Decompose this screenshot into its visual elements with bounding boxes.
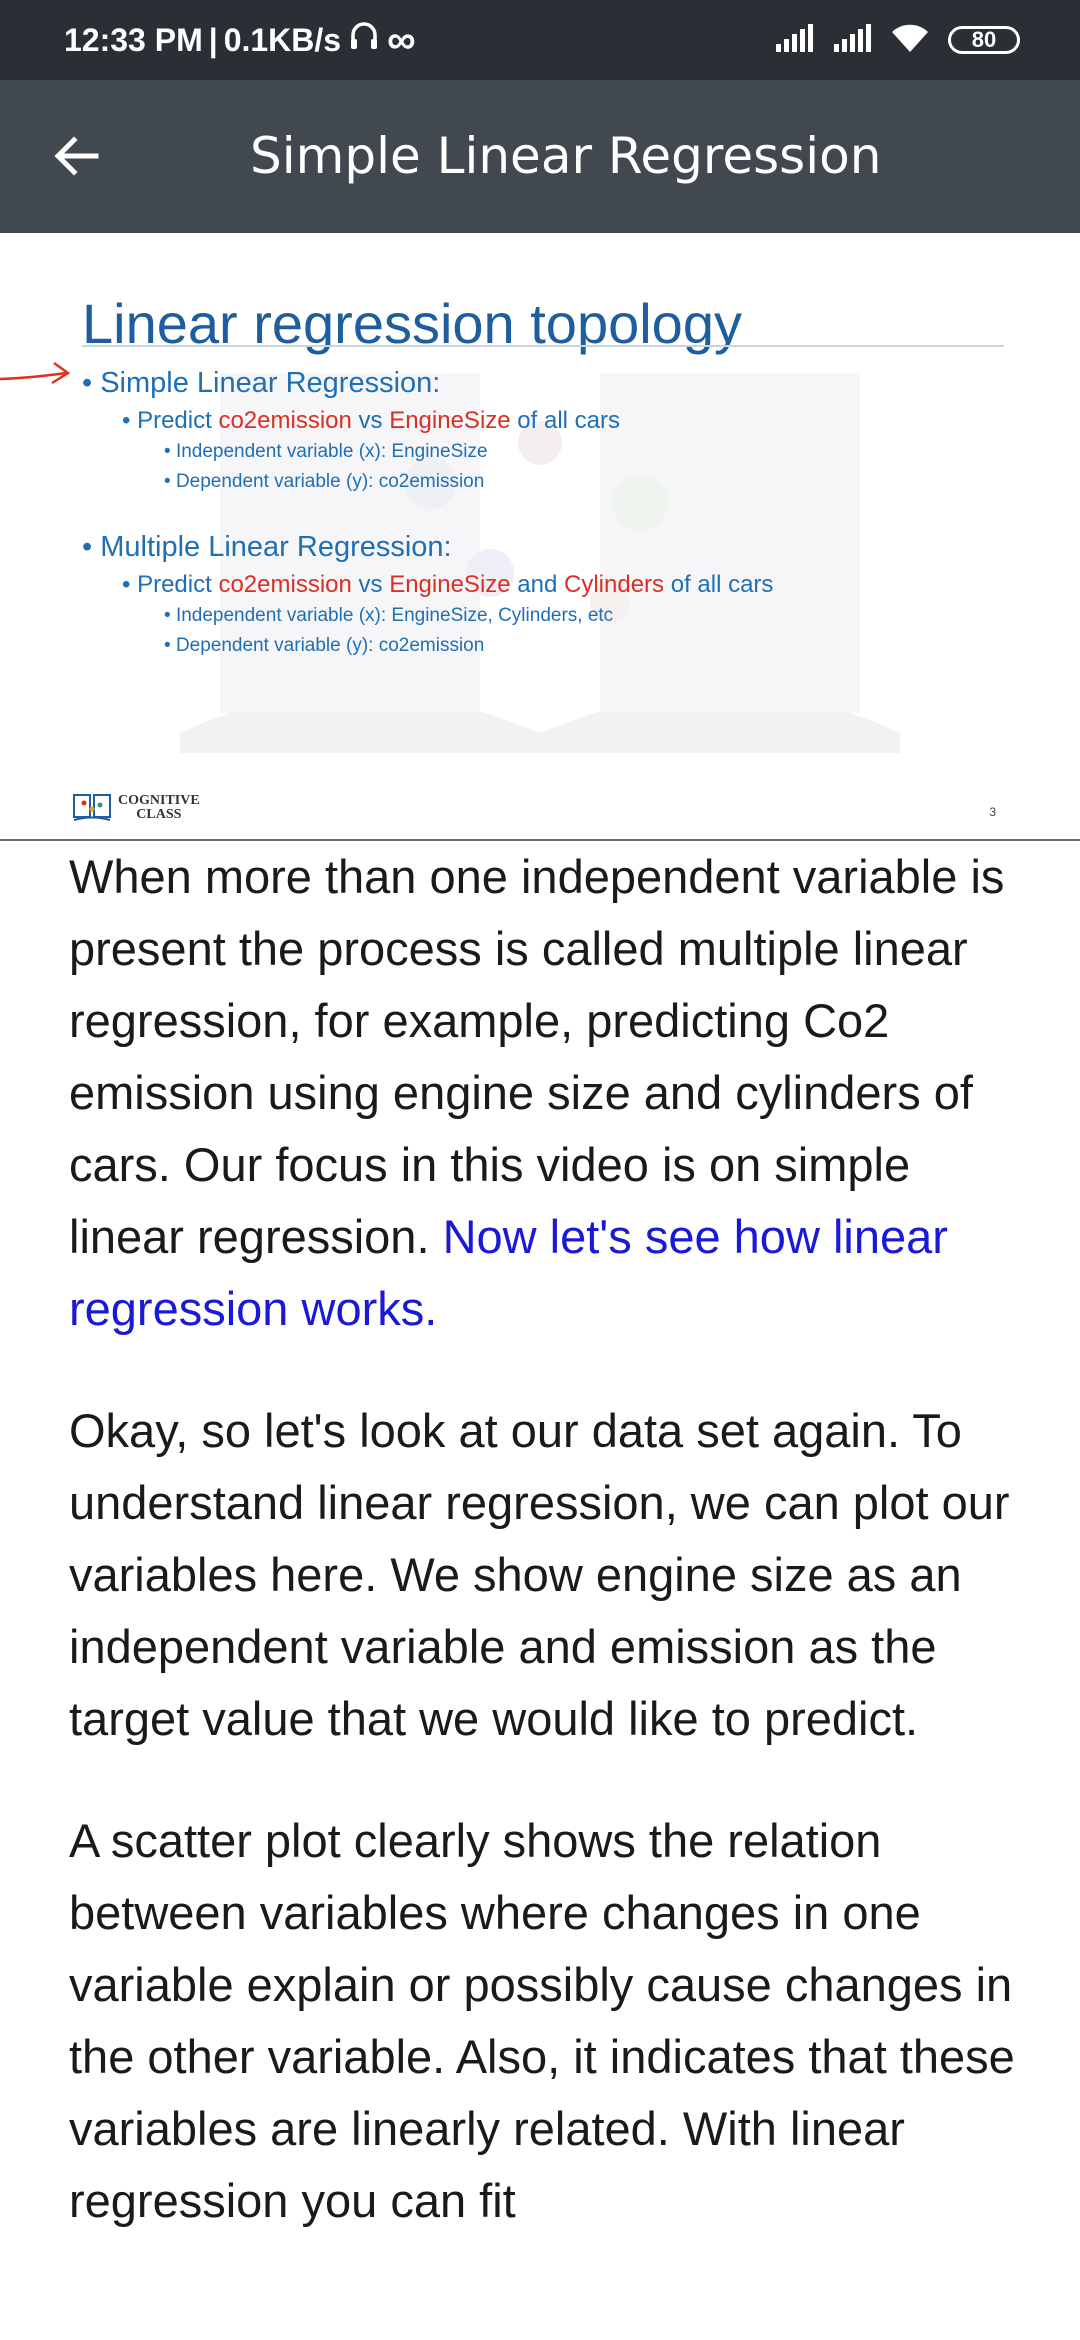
signal-icon [774,24,814,56]
slide-divider [82,345,1004,347]
bullet-multiple-dependent: • Dependent variable (y): co2emission [164,635,485,656]
transcript-paragraph: A scatter plot clearly shows the relatio… [69,1805,1019,2237]
transcript-paragraph: When more than one independent variable … [69,841,1019,1345]
transcript-text[interactable]: A scatter plot clearly shows the relatio… [69,1814,1015,2227]
bullet-simple-predict: • Predict co2emission vs EngineSize of a… [122,407,620,434]
bullet-simple-dependent: • Dependent variable (y): co2emission [164,471,485,492]
headset-icon [347,19,381,61]
annotation-arrow-icon [0,361,71,385]
status-bar: 12:33 PM | 0.1KB/s ∞ 80 [0,0,1080,80]
battery-indicator: 80 [948,26,1020,54]
bullet-multiple-independent: • Independent variable (x): EngineSize, … [164,605,614,626]
wifi-icon [890,23,930,57]
transcript-text[interactable]: Okay, so let's look at our data set agai… [69,1404,1010,1745]
transcript-paragraph: Okay, so let's look at our data set agai… [69,1395,1019,1755]
status-right: 80 [774,0,1020,80]
status-separator: | [208,21,218,58]
status-left: 12:33 PM | 0.1KB/s ∞ [64,0,416,80]
status-time: 12:33 PM [64,21,203,58]
infinity-icon: ∞ [387,17,416,62]
lecture-slide: Linear regression topology • Simple Line… [0,233,1080,841]
bullet-multiple-heading: • Multiple Linear Regression: [82,531,452,563]
transcript-text: When more than one independent variable … [69,850,1005,1263]
arrow-left-icon [52,132,100,184]
slide-page-number: 3 [989,805,996,819]
network-speed: 0.1KB/s [223,21,342,58]
signal-icon [832,24,872,56]
logo-book-icon [73,794,111,821]
bullet-simple-independent: • Independent variable (x): EngineSize [164,441,488,462]
bullet-multiple-predict: • Predict co2emission vs EngineSize and … [122,571,774,598]
back-button[interactable] [40,122,112,194]
logo-text: COGNITIVE CLASS [118,793,200,822]
transcript: When more than one independent variable … [69,841,1019,2287]
cognitive-class-logo: COGNITIVE CLASS [72,793,200,823]
bullet-simple-heading: • Simple Linear Regression: [82,367,441,399]
app-bar: Simple Linear Regression [0,80,1080,233]
page-title: Simple Linear Regression [250,127,882,185]
